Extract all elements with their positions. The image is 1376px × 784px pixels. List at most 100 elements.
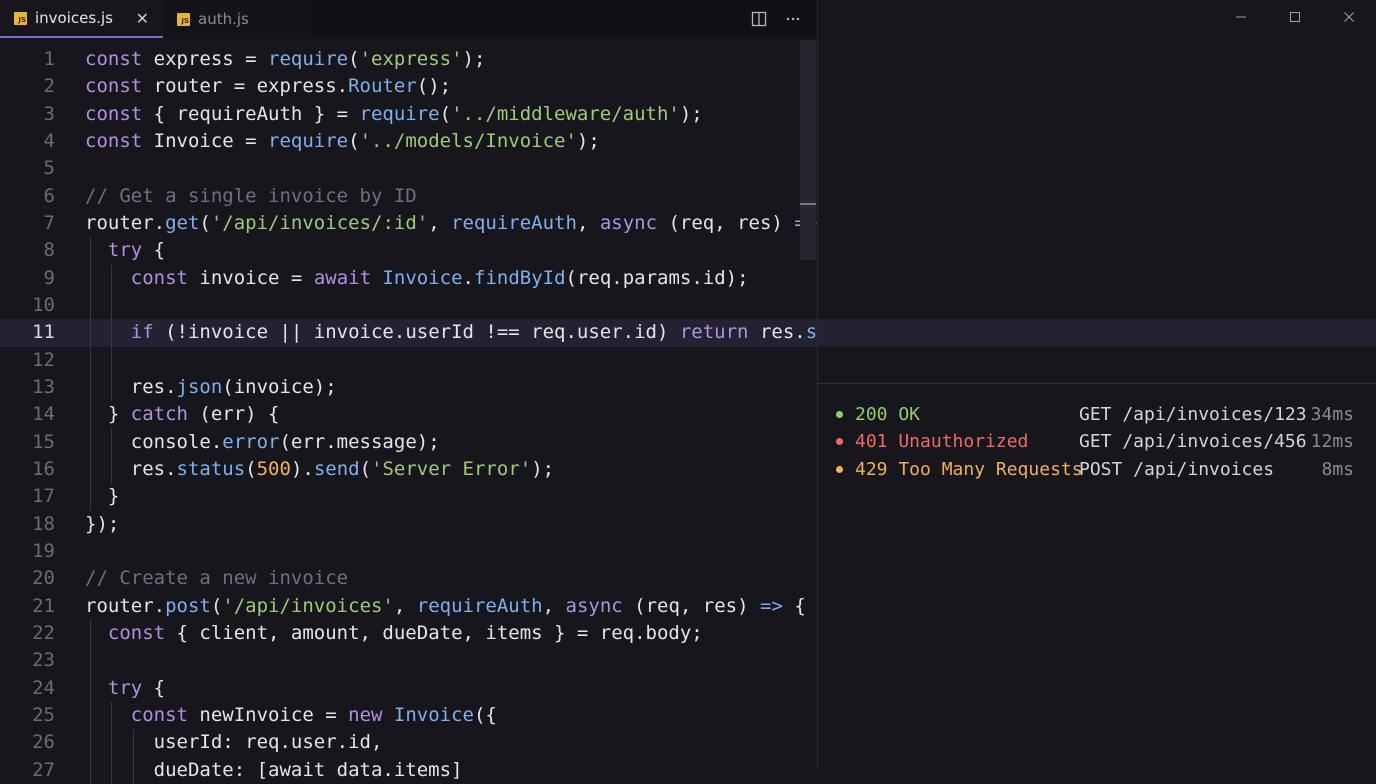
code-line[interactable]: 6 // Get a single invoice by ID	[0, 183, 817, 210]
code-line[interactable]: 16 res.status(500).send('Server Error');	[0, 455, 817, 484]
code-text: dueDate: [await data.items]	[85, 758, 463, 781]
line-number: 5	[43, 157, 55, 180]
close-icon[interactable]: ✕	[136, 9, 149, 28]
tab-label: auth.js	[198, 10, 249, 28]
panel-divider	[818, 383, 1376, 384]
maximize-icon[interactable]	[1268, 0, 1322, 34]
code-text: router.get('/api/invoices/:id', requireA…	[85, 211, 840, 234]
status-dot-icon	[836, 438, 843, 446]
line-number: 3	[43, 102, 55, 125]
close-icon[interactable]	[1322, 0, 1376, 34]
line-number: 13	[32, 375, 55, 398]
minimize-icon[interactable]	[1214, 0, 1268, 34]
code-text: try {	[107, 676, 166, 699]
code-line[interactable]: 9 const invoice = await Invoice.findById…	[0, 264, 817, 292]
code-line[interactable]: 20 // Create a new invoice	[0, 565, 817, 592]
code-line[interactable]: 21 router.post('/api/invoices', requireAu…	[0, 593, 817, 620]
code-line[interactable]: 18});	[0, 511, 817, 538]
tab-invoices-js[interactable]: JS invoices.js ✕	[0, 0, 163, 38]
status-code: 429 Too Many Requests	[855, 458, 1083, 480]
code-text: res.status(500).send('Server Error');	[85, 457, 555, 480]
code-line[interactable]: 3 const { requireAuth } = require('../mid…	[0, 101, 817, 128]
scrollbar-marker	[800, 203, 816, 205]
code-line[interactable]: 4 const Invoice = require('../models/Invo…	[0, 128, 817, 155]
line-number: 19	[32, 539, 55, 562]
code-line[interactable]: 1 const express = require('express');	[0, 46, 817, 73]
js-file-icon: JS	[14, 11, 27, 25]
line-number: 17	[32, 485, 55, 508]
line-number: 27	[32, 758, 55, 781]
code-text: const newInvoice = new Invoice({	[130, 703, 497, 726]
indent-guide	[89, 291, 91, 320]
line-number: 16	[32, 457, 55, 480]
code-line-active[interactable]: 11 if (!invoice || invoice.userId !== re…	[0, 319, 946, 347]
code-text: userId: req.user.id,	[85, 731, 383, 754]
status-code: 200 OK	[855, 404, 921, 425]
line-number: 15	[32, 430, 55, 453]
request-path: GET /api/invoices/456	[1079, 431, 1307, 453]
code-line[interactable]: 27 dueDate: [await data.items]	[0, 756, 817, 784]
line-number: 4	[43, 129, 55, 152]
code-line[interactable]: 24 try {	[0, 674, 817, 702]
code-line[interactable]: 5	[0, 155, 817, 182]
code-line[interactable]: 25 const newInvoice = new Invoice({	[0, 701, 817, 730]
code-text: const invoice = await Invoice.findById(r…	[130, 266, 749, 289]
code-text: });	[85, 512, 120, 535]
code-text: const { client, amount, dueDate, items }…	[107, 621, 703, 644]
indent-guide	[89, 647, 91, 675]
code-text: const router = express.Router();	[85, 75, 452, 98]
tab-auth-js[interactable]: JS auth.js	[163, 0, 313, 38]
code-area[interactable]: 1 const express = require('express'); 2 con…	[0, 46, 946, 784]
line-number: 2	[43, 75, 55, 98]
request-duration: 8ms	[1321, 458, 1354, 480]
line-number: 10	[32, 293, 55, 316]
code-text: } catch (err) {	[85, 403, 280, 426]
code-text: // Create a new invoice	[85, 567, 349, 590]
more-actions-icon[interactable]	[785, 11, 801, 27]
line-number: 23	[32, 649, 55, 672]
line-number: 8	[43, 239, 55, 262]
code-line[interactable]: 26 userId: req.user.id,	[0, 729, 817, 757]
code-line[interactable]: 15 console.error(err.message);	[0, 428, 817, 456]
request-duration: 34ms	[1310, 404, 1354, 425]
code-line[interactable]: 23	[0, 647, 817, 675]
window-controls	[1214, 0, 1376, 34]
tab-label: invoices.js	[35, 9, 113, 27]
code-line[interactable]: 10	[0, 291, 817, 320]
tab-bar: JS invoices.js ✕ JS auth.js	[0, 0, 817, 38]
request-path: POST /api/invoices	[1079, 458, 1275, 480]
code-line[interactable]: 2 const router = express.Router();	[0, 73, 817, 100]
line-number: 26	[32, 731, 55, 754]
status-dot-icon	[836, 465, 843, 473]
indent-guide	[111, 346, 113, 374]
code-line[interactable]: 14 } catch (err) {	[0, 401, 817, 429]
split-editor-icon[interactable]	[751, 11, 767, 27]
code-line[interactable]: 8 try {	[0, 237, 817, 265]
code-line[interactable]: 19	[0, 538, 817, 565]
log-entry: 200 OK GET /api/invoices/123 34ms	[818, 401, 1376, 428]
code-line[interactable]: 22 const { client, amount, dueDate, item…	[0, 619, 817, 648]
line-number: 22	[32, 621, 55, 644]
indent-guide	[89, 346, 91, 374]
editor-scrollbar[interactable]	[800, 40, 816, 260]
request-path: GET /api/invoices/123	[1079, 404, 1307, 425]
line-number: 1	[43, 48, 55, 70]
code-line[interactable]: 13 res.json(invoice);	[0, 373, 817, 402]
code-line[interactable]: 7 router.get('/api/invoices/:id', require…	[0, 210, 841, 237]
request-log: 200 OK GET /api/invoices/123 34ms 401 Unaut…	[818, 401, 1376, 483]
line-number: 12	[32, 348, 55, 371]
active-line-highlight	[818, 319, 1376, 347]
status-code: 401 Unauthorized	[855, 431, 1029, 453]
code-text: const { requireAuth } = require('../midd…	[85, 102, 703, 125]
indent-guide	[111, 291, 113, 320]
code-text: }	[85, 485, 120, 508]
code-text: const Invoice = require('../models/Invoi…	[85, 129, 600, 152]
status-dot-icon	[836, 411, 843, 418]
code-line[interactable]: 12	[0, 346, 817, 374]
code-text: // Get a single invoice by ID	[85, 184, 417, 207]
line-number: 14	[32, 403, 55, 426]
code-text: console.error(err.message);	[85, 430, 440, 453]
code-line[interactable]: 17 }	[0, 483, 817, 511]
code-editor[interactable]: JS invoices.js ✕ JS auth.js 1 const expre…	[0, 0, 946, 784]
js-file-icon: JS	[177, 12, 190, 26]
